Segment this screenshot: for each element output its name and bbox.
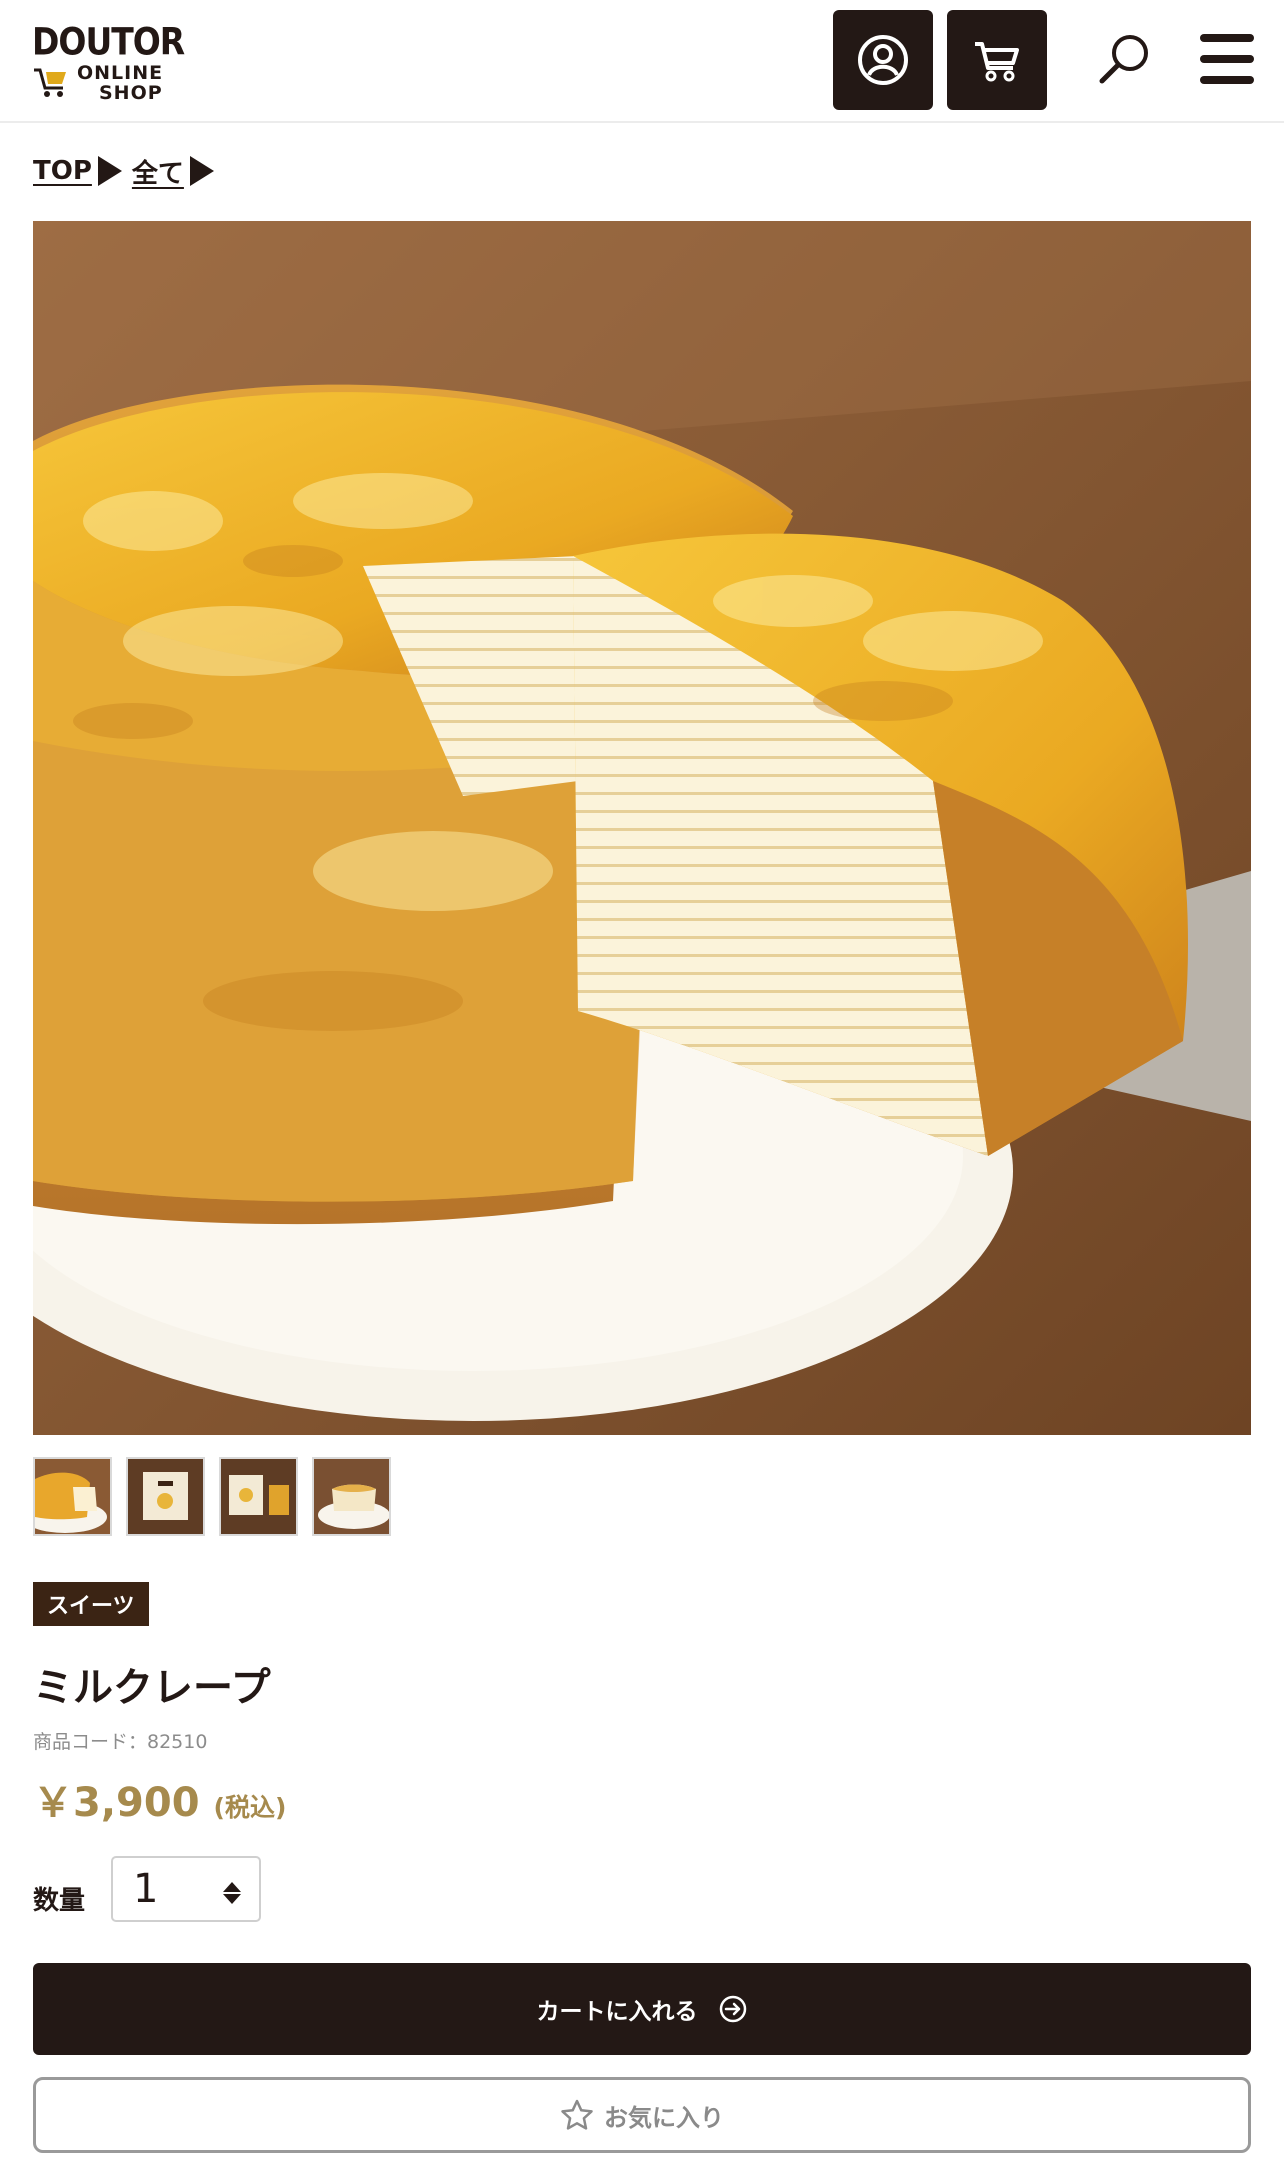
favorite-button[interactable]: お気に入り	[33, 2077, 1251, 2153]
search-icon	[1099, 35, 1148, 84]
star-outline-icon	[561, 2099, 593, 2130]
logo-text-shop: SHOP	[99, 82, 163, 104]
breadcrumb-link-all[interactable]: 全て	[132, 153, 184, 190]
account-button[interactable]	[833, 10, 933, 110]
breadcrumb-link-top[interactable]: TOP	[33, 156, 92, 186]
cart-button[interactable]	[947, 10, 1047, 110]
mille-crepe-photo	[33, 221, 1251, 1435]
price-row: ￥3,900 (税込)	[33, 1770, 286, 1828]
account-circle-icon	[858, 35, 908, 85]
thumbnail-4[interactable]	[312, 1457, 391, 1536]
thumbnail-3[interactable]	[219, 1457, 298, 1536]
thumbnail-2[interactable]	[126, 1457, 205, 1536]
doutor-online-shop-logo[interactable]: DOUTOR ONLINE SHOP	[32, 20, 185, 104]
up-down-stepper-icon	[223, 1882, 241, 1904]
product-price: ￥3,900	[33, 1780, 200, 1826]
thumbnail-image	[35, 1459, 110, 1534]
logo-cart-icon	[34, 68, 66, 97]
product-main-image[interactable]	[33, 221, 1251, 1435]
add-to-cart-label: カートに入れる	[536, 1999, 698, 2025]
tax-included-note: (税込)	[213, 1793, 287, 1822]
logo-text-online: ONLINE	[77, 62, 164, 84]
thumbnail-image	[314, 1459, 389, 1534]
thumbnail-image	[128, 1459, 203, 1534]
arrow-circle-right-icon	[719, 1995, 746, 2023]
breadcrumb: TOP 全て	[33, 151, 224, 191]
hamburger-menu-button[interactable]	[1200, 30, 1256, 88]
category-badge: スイーツ	[33, 1582, 149, 1626]
product-code: 商品コード：82510	[33, 1731, 208, 1753]
search-button[interactable]	[1096, 30, 1154, 88]
breadcrumb-arrow-icon	[97, 156, 122, 186]
quantity-select[interactable]: 1	[111, 1856, 261, 1922]
logo-wordmark: DOUTOR	[32, 20, 185, 64]
thumbnail-image	[221, 1459, 296, 1534]
hamburger-line	[1200, 55, 1254, 63]
thumbnail-list	[33, 1457, 391, 1536]
add-to-cart-button[interactable]: カートに入れる	[33, 1963, 1251, 2055]
hamburger-line	[1200, 76, 1254, 84]
cart-icon	[975, 42, 1019, 82]
quantity-value: 1	[133, 1866, 159, 1912]
quantity-label: 数量	[33, 1886, 86, 1916]
product-name: ミルクレープ	[33, 1665, 271, 1711]
site-header: DOUTOR ONLINE SHOP	[0, 0, 1284, 123]
hamburger-menu-icon	[1200, 34, 1254, 42]
breadcrumb-arrow-icon	[189, 156, 214, 186]
thumbnail-1[interactable]	[33, 1457, 112, 1536]
favorite-label: お気に入り	[604, 2103, 724, 2132]
